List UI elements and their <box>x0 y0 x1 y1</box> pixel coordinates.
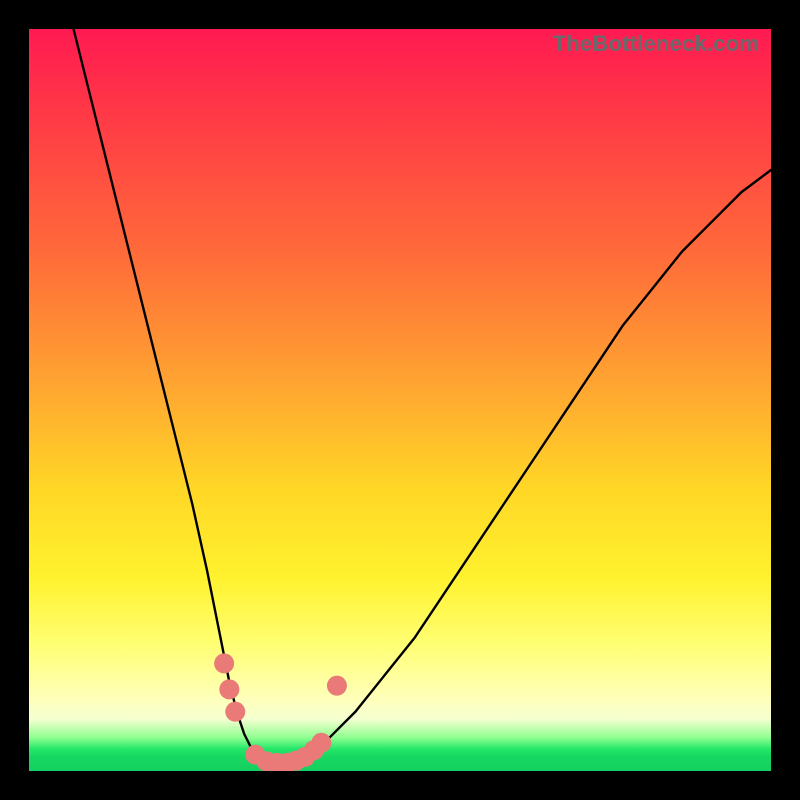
data-point-marker <box>327 676 347 696</box>
curve-markers <box>214 653 347 771</box>
chart-svg <box>29 29 771 771</box>
plot-area: TheBottleneck.com <box>29 29 771 771</box>
data-point-marker <box>219 679 239 699</box>
watermark-label: TheBottleneck.com <box>553 33 759 55</box>
chart-frame: TheBottleneck.com <box>0 0 800 800</box>
data-point-marker <box>214 653 234 673</box>
data-point-marker <box>311 733 331 753</box>
data-point-marker <box>225 702 245 722</box>
bottleneck-curve <box>74 29 771 764</box>
